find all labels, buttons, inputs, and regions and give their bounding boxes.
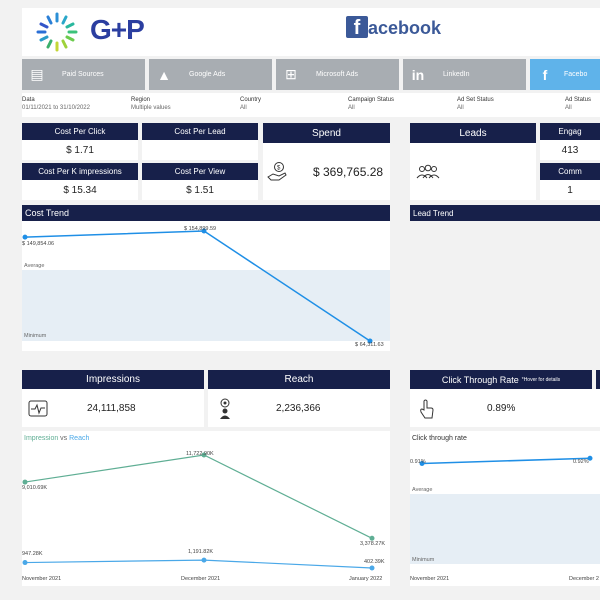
cpl-value xyxy=(142,140,258,160)
cpk-label: Cost Per K impressions xyxy=(22,163,138,180)
reach-value: 2,236,366 xyxy=(276,403,321,414)
paid-sources-icon: ▤ xyxy=(30,66,44,82)
reach-line xyxy=(24,559,373,569)
tab-paid-sources[interactable]: ▤ Paid Sources xyxy=(22,59,145,90)
cpc-value: $ 1.71 xyxy=(22,140,138,160)
cost-average-label: Average xyxy=(24,263,45,269)
cpc-label: Cost Per Click xyxy=(22,123,138,140)
filter-ad-status[interactable]: Ad Status All xyxy=(565,96,591,112)
filter-campaign-status[interactable]: Campaign Status All xyxy=(348,96,394,112)
tab-google-ads[interactable]: ▲ Google Ads xyxy=(149,59,272,90)
average-band xyxy=(22,270,390,341)
lead-trend-title: Lead Trend xyxy=(410,205,600,221)
cpv-value: $ 1.51 xyxy=(142,180,258,200)
spend-value: $ 369,765.28 xyxy=(313,165,384,179)
reach-point-1[interactable] xyxy=(201,557,207,563)
cost-trend-title: Cost Trend xyxy=(22,205,390,221)
x-label-jan: January 2022 xyxy=(349,576,383,582)
reach-person-icon xyxy=(220,398,230,419)
ctr-label: Click Through Rate xyxy=(441,374,519,385)
ctr-x-label-nov: November 2021 xyxy=(410,576,450,582)
ctr-label-header: Click Through Rate *Hover for details xyxy=(410,370,592,389)
imp-label-nov: 9,010.69K xyxy=(22,485,48,491)
engagement-value: 413 xyxy=(540,140,600,160)
hand-coin-icon: $ xyxy=(267,162,287,181)
comments-label: Comm xyxy=(540,163,600,180)
google-ads-icon: ▲ xyxy=(157,66,171,83)
imp-label-dec: 11,722.90K xyxy=(186,451,214,457)
tab-microsoft-ads[interactable]: ⊞ Microsoft Ads xyxy=(276,59,399,90)
pointer-hand-icon xyxy=(420,399,434,419)
people-group-icon xyxy=(416,164,440,179)
ctr-label-dec: 0.92% xyxy=(573,459,589,465)
x-label-nov: November 2021 xyxy=(22,576,62,582)
comments-value: 1 xyxy=(540,180,600,200)
filter-date[interactable]: Data 01/11/2021 to 31/10/2022 xyxy=(22,96,90,112)
ctr-value: 0.89% xyxy=(487,403,516,414)
facebook-logo-icon: f xyxy=(346,16,368,39)
tab-facebook[interactable]: f Facebo xyxy=(530,59,600,90)
reach-point-0[interactable] xyxy=(22,560,28,566)
impressions-label: Impressions xyxy=(22,370,204,389)
facebook-icon: f xyxy=(542,66,548,83)
company-logo-text: G+P xyxy=(90,14,145,45)
microsoft-ads-icon: ⊞ xyxy=(285,66,297,82)
tab-linkedin[interactable]: in LinkedIn xyxy=(403,59,526,90)
reach-label-dec: 1,191.82K xyxy=(188,549,214,555)
cost-label-jan: $ 64,311.63 xyxy=(355,342,384,348)
ctr-average-label: Average xyxy=(412,487,433,493)
ctr-chart xyxy=(410,455,600,564)
reach-label-nov: 947.28K xyxy=(22,551,43,557)
cost-label-nov: $ 149,854.06 xyxy=(22,241,55,247)
ctr-x-label-dec: December 2 xyxy=(569,576,599,582)
leads-label: Leads xyxy=(410,123,536,143)
impression-point-0[interactable] xyxy=(22,479,28,485)
cpl-label: Cost Per Lead xyxy=(142,123,258,140)
ctr-average-band xyxy=(410,494,600,564)
impressions-value: 24,111,858 xyxy=(87,403,136,414)
svg-text:$: $ xyxy=(277,166,281,172)
pulse-monitor-icon xyxy=(28,400,48,417)
filter-ad-set-status[interactable]: Ad Set Status All xyxy=(457,96,494,112)
cost-trend-chart xyxy=(22,228,390,344)
spend-label: Spend xyxy=(263,123,390,143)
filter-country[interactable]: Country All xyxy=(240,96,261,112)
reach-label-jan: 402.39K xyxy=(364,559,385,565)
filter-region[interactable]: Region Multiple values xyxy=(131,96,171,112)
linkedin-icon: in xyxy=(411,66,425,83)
gp-logo-icon xyxy=(36,12,78,52)
reach-label: Reach xyxy=(208,370,390,389)
ctr-minimum-label: Minimum xyxy=(412,557,435,563)
engagement-label: Engag xyxy=(540,123,600,140)
impression-line xyxy=(24,454,373,539)
facebook-title: acebook xyxy=(368,18,442,38)
ctr-line xyxy=(421,457,591,465)
cost-minimum-label: Minimum xyxy=(24,333,47,339)
ctr-label-nov: 0.91% xyxy=(410,459,426,465)
x-label-dec: December 2021 xyxy=(181,576,221,582)
imp-label-jan: 3,378.27K xyxy=(360,541,386,547)
cpk-value: $ 15.34 xyxy=(22,180,138,200)
cost-label-dec: $ 154,899.59 xyxy=(184,226,217,232)
reach-point-2[interactable] xyxy=(369,565,375,571)
next-card-edge xyxy=(596,370,600,389)
ctr-hover-note: *Hover for details xyxy=(521,376,561,383)
filters-bar xyxy=(22,93,600,117)
cost-trend-point-0[interactable] xyxy=(22,234,28,240)
cpv-label: Cost Per View xyxy=(142,163,258,180)
